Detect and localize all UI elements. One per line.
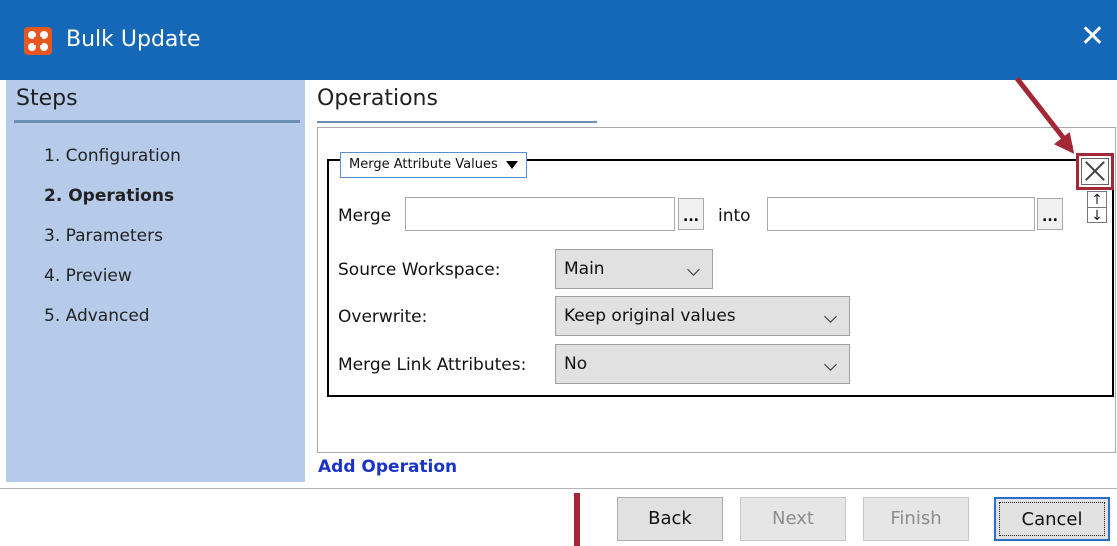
merge-label: Merge [338, 206, 392, 226]
target-browse-button[interactable]: ... [1037, 198, 1063, 230]
dropdown-arrow-icon [505, 161, 518, 169]
into-label: into [718, 206, 751, 226]
finish-button[interactable]: Finish [863, 497, 969, 541]
steps-divider [14, 120, 300, 123]
overwrite-label: Overwrite: [338, 307, 428, 327]
move-down-button[interactable]: ↓ [1087, 207, 1107, 224]
merge-link-attributes-value: No [564, 354, 588, 374]
step-advanced[interactable]: 5. Advanced [44, 306, 150, 326]
source-workspace-value: Main [564, 259, 605, 279]
steps-panel: Steps 1. Configuration 2. Operations 3. … [6, 80, 305, 482]
annotation-marker [574, 493, 580, 546]
step-configuration[interactable]: 1. Configuration [44, 146, 181, 166]
operation-type-dropdown[interactable]: Merge Attribute Values [340, 152, 527, 178]
next-button[interactable]: Next [740, 497, 846, 541]
close-icon[interactable]: ✕ [1080, 22, 1105, 52]
move-up-button[interactable]: ↑ [1087, 191, 1107, 208]
cancel-button[interactable]: Cancel [994, 497, 1110, 541]
step-preview[interactable]: 4. Preview [44, 266, 132, 286]
source-workspace-label: Source Workspace: [338, 260, 501, 280]
merge-link-attributes-label: Merge Link Attributes: [338, 355, 527, 375]
merge-source-input[interactable] [405, 197, 675, 231]
merge-browse-button[interactable]: ... [678, 198, 704, 230]
heading-divider [317, 121, 597, 123]
merge-target-input[interactable] [767, 197, 1035, 231]
chevron-down-icon [687, 263, 700, 276]
operation-type-label: Merge Attribute Values [349, 157, 498, 172]
overwrite-select[interactable]: Keep original values [555, 296, 850, 336]
remove-operation-button[interactable] [1076, 153, 1114, 190]
chevron-down-icon [824, 358, 837, 371]
back-button[interactable]: Back [617, 497, 723, 541]
close-icon [1081, 158, 1109, 185]
footer-divider [0, 488, 1117, 489]
add-operation-link[interactable]: Add Operation [318, 457, 457, 477]
source-workspace-select[interactable]: Main [555, 249, 713, 289]
step-operations[interactable]: 2. Operations [44, 186, 174, 206]
app-logo-icon [24, 27, 52, 55]
overwrite-value: Keep original values [564, 306, 736, 326]
title-bar: Bulk Update ✕ [0, 0, 1117, 80]
merge-link-attributes-select[interactable]: No [555, 344, 850, 384]
step-parameters[interactable]: 3. Parameters [44, 226, 163, 246]
window-title: Bulk Update [66, 27, 201, 52]
chevron-down-icon [824, 310, 837, 323]
focus-ring [999, 502, 1105, 536]
steps-heading: Steps [16, 86, 78, 111]
page-title: Operations [317, 86, 438, 111]
